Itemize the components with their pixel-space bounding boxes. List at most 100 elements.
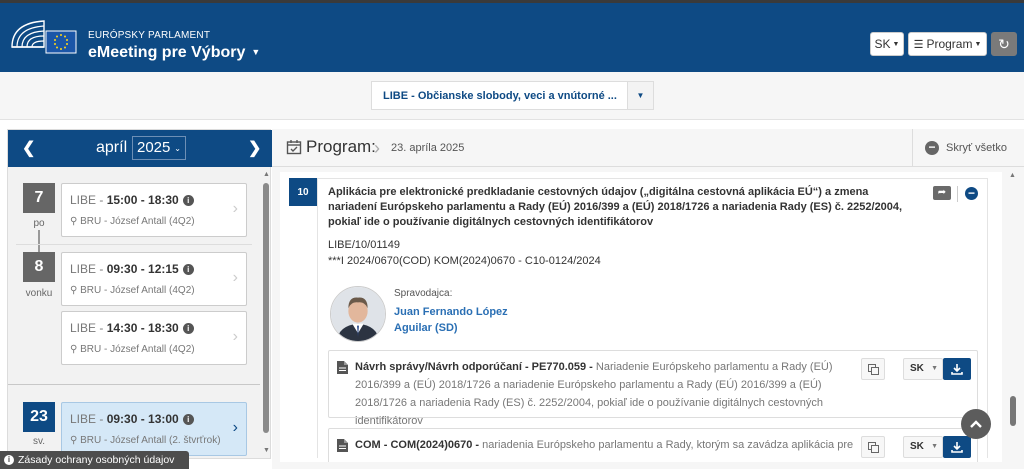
day-label: po bbox=[33, 218, 45, 229]
program-menu-button[interactable]: ☰ Program ▼ bbox=[908, 32, 987, 56]
back-to-top-button[interactable] bbox=[961, 409, 991, 439]
caret-down-icon: ▼ bbox=[931, 365, 938, 372]
scroll-up-icon[interactable]: ▲ bbox=[263, 171, 270, 178]
map-marker-icon: ⚲ bbox=[70, 435, 78, 446]
document-icon bbox=[337, 361, 348, 374]
document-language-select[interactable]: SK ▼ bbox=[903, 358, 943, 380]
next-month-icon[interactable]: ❯ bbox=[248, 138, 261, 158]
hide-all-label: Skryť všetko bbox=[946, 142, 1007, 154]
document-description: nariadenia Európskeho parlamentu a Rady,… bbox=[479, 439, 854, 451]
info-icon[interactable]: i bbox=[182, 264, 194, 275]
info-icon[interactable]: i bbox=[182, 323, 194, 334]
meeting-time: 09:30 - 12:15 bbox=[106, 262, 179, 276]
menu-icon: ☰ bbox=[913, 38, 924, 51]
language-button[interactable]: SK ▼ bbox=[870, 32, 904, 56]
meeting-card-selected[interactable]: LIBE - 09:30 - 13:00 i ⚲ BRU - József Ant… bbox=[61, 402, 247, 456]
caret-down-icon: ▼ bbox=[251, 47, 261, 57]
app-title-dropdown[interactable]: eMeeting pre Výbory ▼ bbox=[88, 44, 260, 62]
agenda-item-title: Aplikácia pre elektronické predkladanie … bbox=[328, 186, 903, 228]
european-parliament-logo bbox=[11, 20, 77, 54]
meeting-committee: LIBE bbox=[70, 321, 97, 335]
program-panel: Program: › 23. apríla 2025 − Skryť všetko… bbox=[272, 129, 1024, 469]
program-scrollbar[interactable]: ▲ bbox=[1006, 172, 1020, 464]
chevron-up-icon bbox=[970, 420, 982, 428]
meeting-time: 15:00 - 18:30 bbox=[106, 193, 179, 207]
committee-bar: LIBE - Občianske slobody, veci a vnútorn… bbox=[0, 72, 1024, 120]
program-label: Program bbox=[926, 37, 973, 51]
committee-select[interactable]: LIBE - Občianske slobody, veci a vnútorn… bbox=[371, 81, 654, 110]
month-label: apríl bbox=[96, 139, 128, 156]
rapporteur-label: Spravodajca: bbox=[394, 288, 453, 299]
chevron-right-icon: › bbox=[232, 419, 238, 436]
rapporteur-group-link[interactable]: Aguilar (SD) bbox=[394, 322, 458, 334]
breadcrumb-separator-icon: › bbox=[374, 138, 380, 158]
document-row: COM - COM(2024)0670 - nariadenia Európsk… bbox=[328, 428, 978, 462]
document-row: Návrh správy/Návrh odporúčaní - PE770.05… bbox=[328, 350, 978, 427]
caret-down-icon: ▼ bbox=[892, 40, 900, 48]
download-icon bbox=[951, 364, 963, 375]
share-icon[interactable]: ➦ bbox=[933, 186, 951, 200]
procedure-codes: ***I 2024/0670(COD) KOM(2024)0670 - C10-… bbox=[328, 255, 601, 267]
app-title: eMeeting pre Výbory bbox=[88, 44, 246, 61]
collapse-item-icon[interactable]: − bbox=[965, 187, 978, 200]
divider bbox=[8, 384, 260, 385]
day-badge-8: 8 bbox=[23, 252, 55, 282]
scroll-thumb[interactable] bbox=[1010, 396, 1016, 426]
language-label: SK bbox=[874, 37, 891, 51]
copy-button[interactable] bbox=[861, 358, 885, 380]
item-number: 10 bbox=[289, 178, 317, 206]
scroll-down-icon[interactable]: ▼ bbox=[263, 447, 270, 454]
year-value: 2025 bbox=[137, 139, 171, 156]
prev-month-icon[interactable]: ❮ bbox=[22, 138, 35, 158]
download-button[interactable] bbox=[943, 358, 971, 380]
meeting-committee: LIBE bbox=[70, 412, 97, 426]
meeting-card[interactable]: LIBE - 09:30 - 12:15 i ⚲ BRU - József Ant… bbox=[61, 252, 247, 306]
minus-circle-icon: − bbox=[925, 141, 939, 155]
calendar-header: ❮ apríl 2025 ⌄ ❯ bbox=[8, 130, 272, 167]
day-label: sv. bbox=[32, 436, 46, 447]
map-marker-icon: ⚲ bbox=[70, 285, 78, 296]
caret-down-icon[interactable]: ▼ bbox=[627, 82, 653, 109]
language-value: SK bbox=[910, 363, 924, 374]
program-title: Program: bbox=[306, 137, 376, 156]
download-button[interactable] bbox=[943, 436, 971, 458]
refresh-icon: ↻ bbox=[998, 35, 1010, 52]
meeting-card[interactable]: LIBE - 15:00 - 18:30 i ⚲ BRU - József Ant… bbox=[61, 183, 247, 237]
calendar-check-icon bbox=[286, 140, 302, 155]
meeting-location: BRU - József Antall (4Q2) bbox=[80, 344, 195, 355]
info-icon[interactable]: i bbox=[182, 414, 194, 425]
meeting-location: BRU - József Antall (2. štvrťrok) bbox=[80, 435, 221, 446]
document-text[interactable]: Návrh správy/Návrh odporúčaní - PE770.05… bbox=[355, 358, 855, 430]
divider bbox=[16, 244, 252, 245]
hide-all-button[interactable]: − Skryť všetko bbox=[912, 129, 1024, 167]
meeting-time: 09:30 - 13:00 bbox=[106, 412, 179, 426]
caret-down-icon: ▼ bbox=[931, 443, 938, 450]
chevron-right-icon: › bbox=[232, 269, 238, 286]
rapporteur-avatar bbox=[330, 286, 386, 342]
calendar-scrollbar[interactable]: ▲ ▼ bbox=[261, 171, 271, 457]
info-icon[interactable]: i bbox=[182, 195, 194, 206]
language-value: SK bbox=[910, 441, 924, 452]
privacy-policy-link[interactable]: i Zásady ochrany osobných údajov bbox=[0, 451, 189, 469]
document-language-select[interactable]: SK ▼ bbox=[903, 436, 943, 458]
download-icon bbox=[951, 442, 963, 453]
map-marker-icon: ⚲ bbox=[70, 216, 78, 227]
meeting-location: BRU - József Antall (4Q2) bbox=[80, 216, 195, 227]
day-label: vonku bbox=[25, 288, 53, 299]
scroll-up-icon[interactable]: ▲ bbox=[1009, 172, 1016, 179]
scroll-thumb[interactable] bbox=[263, 183, 269, 433]
document-text[interactable]: COM - COM(2024)0670 - nariadenia Európsk… bbox=[355, 436, 855, 454]
document-icon bbox=[337, 439, 348, 452]
copy-icon bbox=[867, 441, 879, 453]
refresh-button[interactable]: ↻ bbox=[991, 32, 1017, 56]
year-select[interactable]: 2025 ⌄ bbox=[132, 136, 186, 160]
rapporteur-name-link[interactable]: Juan Fernando López bbox=[394, 306, 508, 318]
privacy-label: Zásady ochrany osobných údajov bbox=[18, 454, 175, 466]
info-icon: i bbox=[4, 455, 14, 465]
caret-down-icon: ▼ bbox=[974, 40, 982, 48]
program-date: 23. apríla 2025 bbox=[391, 142, 465, 154]
meeting-card[interactable]: LIBE - 14:30 - 18:30 i ⚲ BRU - József Ant… bbox=[61, 311, 247, 365]
program-header: Program: › 23. apríla 2025 − Skryť všetko bbox=[272, 129, 1024, 167]
copy-button[interactable] bbox=[861, 436, 885, 458]
meeting-time: 14:30 - 18:30 bbox=[106, 321, 179, 335]
